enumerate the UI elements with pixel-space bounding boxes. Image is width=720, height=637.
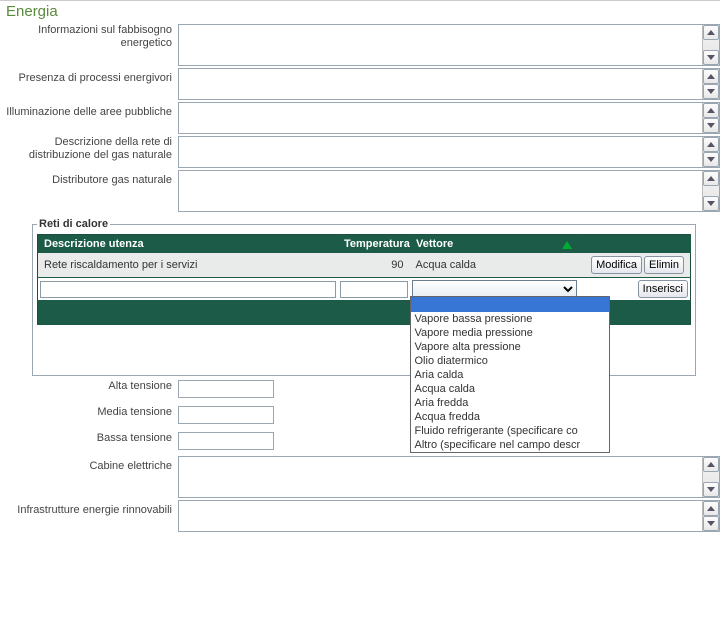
col-vettore[interactable]: Vettore (410, 235, 579, 254)
label-distributore-gas: Distributore gas naturale (0, 170, 178, 187)
spinner-down[interactable] (703, 196, 719, 211)
spinner-down[interactable] (703, 50, 719, 65)
input-illuminazione[interactable] (179, 103, 702, 133)
dropdown-option[interactable]: Acqua calda (411, 382, 609, 396)
spinner-up[interactable] (703, 171, 719, 186)
table-row: Rete riscaldamento per i servizi 90 Acqu… (38, 253, 691, 278)
input-rete-gas[interactable] (179, 137, 702, 167)
dropdown-option[interactable]: Vapore media pressione (411, 326, 609, 340)
spinner-up[interactable] (703, 25, 719, 40)
label-bassa-tensione: Bassa tensione (0, 432, 178, 445)
spinner-down[interactable] (703, 152, 719, 167)
input-energivori[interactable] (179, 69, 702, 99)
col-descrizione[interactable]: Descrizione utenza (38, 235, 338, 254)
table-input-row: Vapore bassa pressioneVapore media press… (38, 278, 691, 301)
new-temperatura-input[interactable] (340, 281, 408, 298)
dropdown-option[interactable]: Olio diatermico (411, 354, 609, 368)
cell-temperatura: 90 (338, 253, 410, 278)
label-media-tensione: Media tensione (0, 406, 178, 419)
modifica-button[interactable]: Modifica (591, 256, 642, 274)
col-actions (579, 235, 691, 254)
spinner-down[interactable] (703, 118, 719, 133)
dropdown-option[interactable]: Altro (specificare nel campo descr (411, 438, 609, 452)
dropdown-option-selected[interactable] (411, 297, 609, 312)
input-distributore-gas[interactable] (179, 171, 702, 211)
label-energivori: Presenza di processi energivori (0, 68, 178, 85)
elimina-button[interactable]: Elimin (644, 256, 684, 274)
cell-vettore: Acqua calda (410, 253, 579, 278)
input-media-tensione[interactable] (178, 406, 274, 424)
label-rinnovabili: Infrastrutture energie rinnovabili (0, 500, 178, 517)
dropdown-option[interactable]: Vapore bassa pressione (411, 312, 609, 326)
label-rete-gas: Descrizione della rete di distribuzione … (0, 136, 178, 162)
spinner-up[interactable] (703, 457, 719, 472)
input-fabbisogno[interactable] (179, 25, 702, 65)
label-cabine: Cabine elettriche (0, 456, 178, 473)
dropdown-option[interactable]: Acqua fredda (411, 410, 609, 424)
input-alta-tensione[interactable] (178, 380, 274, 398)
input-cabine[interactable] (179, 457, 702, 497)
dropdown-option[interactable]: Fluido refrigerante (specificare co (411, 424, 609, 438)
spinner-down[interactable] (703, 516, 719, 531)
spinner-up[interactable] (703, 103, 719, 118)
dropdown-option[interactable]: Vapore alta pressione (411, 340, 609, 354)
dropdown-option[interactable]: Aria fredda (411, 396, 609, 410)
reti-di-calore-fieldset: Reti di calore Descrizione utenza Temper… (32, 218, 696, 376)
spinner-up[interactable] (703, 137, 719, 152)
label-illuminazione: Illuminazione delle aree pubbliche (0, 102, 178, 119)
label-fabbisogno: Informazioni sul fabbisogno energetico (0, 24, 178, 50)
col-temperatura[interactable]: Temperatura (338, 235, 410, 254)
spinner-down[interactable] (703, 482, 719, 497)
reti-legend: Reti di calore (37, 218, 110, 230)
label-alta-tensione: Alta tensione (0, 380, 178, 393)
spinner-up[interactable] (703, 501, 719, 516)
sort-asc-icon[interactable] (562, 241, 572, 249)
spinner-down[interactable] (703, 84, 719, 99)
new-descrizione-input[interactable] (40, 281, 336, 298)
spinner-up[interactable] (703, 69, 719, 84)
vettore-dropdown-popup[interactable]: Vapore bassa pressioneVapore media press… (410, 296, 610, 453)
input-rinnovabili[interactable] (179, 501, 702, 531)
cell-descrizione: Rete riscaldamento per i servizi (38, 253, 338, 278)
input-bassa-tensione[interactable] (178, 432, 274, 450)
inserisci-button[interactable]: Inserisci (638, 280, 688, 298)
col-vettore-label: Vettore (416, 238, 453, 250)
reti-table: Descrizione utenza Temperatura Vettore R… (37, 234, 691, 325)
dropdown-option[interactable]: Aria calda (411, 368, 609, 382)
section-energia-title: Energia (0, 0, 720, 22)
